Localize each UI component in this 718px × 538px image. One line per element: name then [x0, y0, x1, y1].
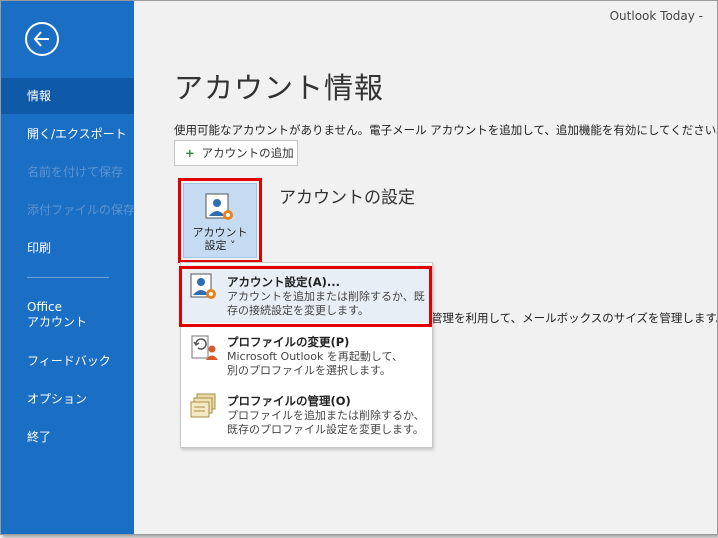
menu-item-description: Microsoft Outlook を再起動して、 別のプロファイルを選択します… [227, 350, 403, 378]
menu-item-desc-line1: Microsoft Outlook を再起動して、 [227, 350, 404, 363]
menu-item-change-profile[interactable]: プロファイルの変更(P) Microsoft Outlook を再起動して、 別… [181, 325, 430, 383]
backstage-content: Outlook Today - アカウント情報 使用可能なアカウントがありません… [134, 1, 717, 534]
add-account-button[interactable]: + アカウントの追加 [174, 140, 298, 166]
sidebar-item-office-account[interactable]: Office アカウント [1, 297, 134, 333]
account-settings-label-line1: アカウント [192, 226, 248, 239]
account-settings-button-label: アカウント 設定 ˅ [184, 226, 256, 252]
menu-item-desc-line2: 既存のプロファイル設定を変更します。 [227, 423, 424, 436]
account-settings-icon [205, 193, 233, 220]
sidebar-item-feedback[interactable]: フィードバック [1, 343, 134, 379]
back-arrow-icon [33, 31, 49, 47]
window-title: Outlook Today - [609, 9, 703, 23]
account-settings-button[interactable]: アカウント 設定 ˅ [183, 183, 257, 258]
sidebar-divider [27, 277, 109, 278]
highlight-box-account-settings-menu [179, 266, 432, 327]
sidebar-item-office-account-line1: Office [27, 300, 63, 314]
profile-change-icon [191, 335, 218, 360]
menu-item-desc-line2: 別のプロファイルを選択します。 [227, 364, 391, 377]
sidebar-item-save-attachments: 添付ファイルの保存 [27, 203, 136, 217]
menu-item-title: プロファイルの管理(O) [227, 394, 351, 408]
sidebar-item-save-as: 名前を付けて保存 [27, 165, 124, 179]
menu-item-title: プロファイルの変更(P) [227, 335, 350, 349]
add-account-label: アカウントの追加 [201, 146, 294, 160]
sidebar-item-office-account-line2: アカウント [27, 315, 88, 329]
sidebar-item-options[interactable]: オプション [1, 381, 134, 417]
back-button[interactable] [25, 22, 59, 56]
menu-item-manage-profiles[interactable]: プロファイルの管理(O) プロファイルを追加または削除するか、 既存のプロファイ… [181, 384, 430, 442]
no-account-description: 使用可能なアカウントがありません。電子メール アカウントを追加して、追加機能を有… [174, 123, 718, 137]
plus-icon: + [185, 146, 195, 160]
profile-manage-icon [190, 393, 216, 418]
account-settings-heading: アカウントの設定 [279, 188, 415, 208]
sidebar-item-print[interactable]: 印刷 [1, 230, 134, 266]
sidebar-item-info[interactable]: 情報 [1, 78, 134, 114]
mailbox-cleanup-text: 管理を利用して、メールボックスのサイズを管理します。 [431, 311, 718, 325]
sidebar-item-open-export[interactable]: 開く/エクスポート [1, 116, 134, 152]
menu-item-desc-line1: プロファイルを追加または削除するか、 [227, 409, 425, 422]
outlook-backstage-window: 情報 開く/エクスポート 名前を付けて保存 添付ファイルの保存 印刷 Offic… [0, 0, 718, 535]
backstage-sidebar: 情報 開く/エクスポート 名前を付けて保存 添付ファイルの保存 印刷 Offic… [1, 1, 136, 534]
sidebar-item-exit[interactable]: 終了 [1, 419, 134, 455]
page-title: アカウント情報 [174, 71, 385, 105]
menu-item-description: プロファイルを追加または削除するか、 既存のプロファイル設定を変更します。 [227, 409, 425, 437]
account-settings-label-line2: 設定 ˅ [204, 239, 236, 252]
